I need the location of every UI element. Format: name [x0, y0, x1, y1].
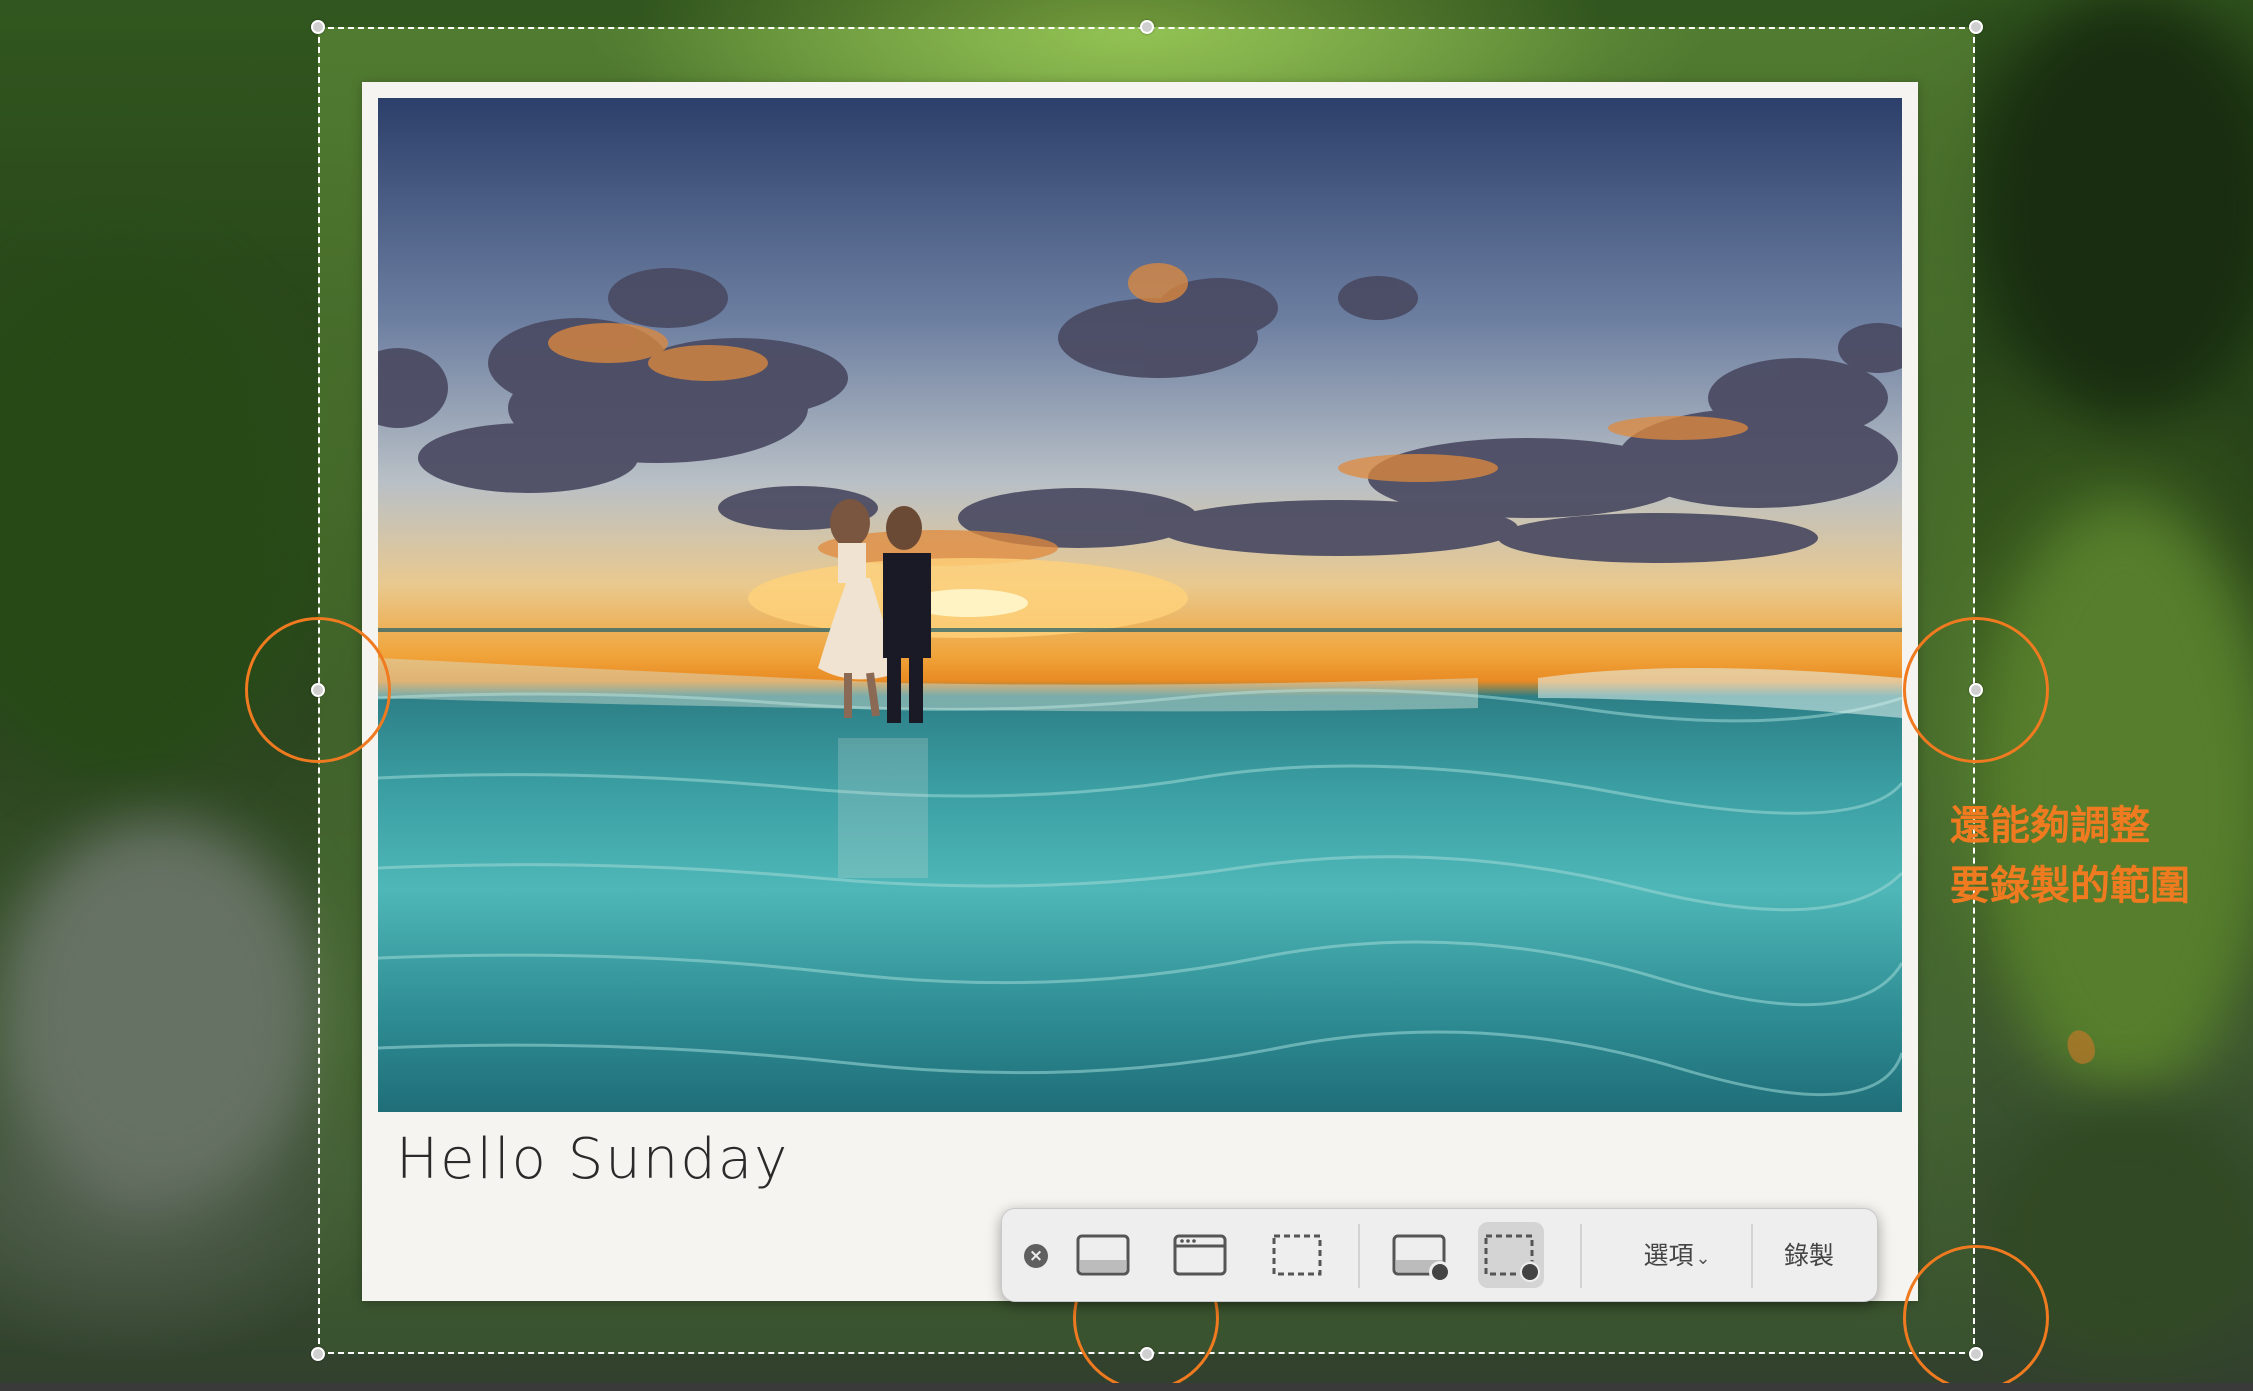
- annotation-line-2: 要錄製的範圍: [1950, 863, 2190, 909]
- record-selection-icon: [1484, 1234, 1541, 1283]
- record-selection-button[interactable]: [1478, 1222, 1544, 1288]
- chevron-down-icon: ⌄: [1695, 1248, 1711, 1269]
- highlight-ring-left: [245, 617, 391, 763]
- capture-entire-screen-icon: [1076, 1234, 1130, 1276]
- toolbar-separator: [1751, 1224, 1753, 1288]
- capture-window-button[interactable]: [1167, 1222, 1233, 1288]
- toolbar-separator: [1358, 1224, 1360, 1288]
- record-entire-screen-button[interactable]: [1388, 1222, 1454, 1288]
- bottom-edge: [0, 1383, 2253, 1391]
- close-icon[interactable]: ×: [1024, 1244, 1048, 1268]
- screenshot-toolbar: × 選項 ⌄ 錄製: [1001, 1208, 1878, 1302]
- toolbar-separator: [1580, 1224, 1582, 1288]
- capture-window-icon: [1173, 1234, 1227, 1276]
- annotation-line-1: 還能夠調整: [1950, 803, 2150, 849]
- highlight-ring-bottom-right: [1903, 1245, 2049, 1391]
- annotation-text: 還能夠調整 要錄製的範圍: [1950, 796, 2230, 916]
- capture-entire-screen-button[interactable]: [1070, 1222, 1136, 1288]
- recording-selection-frame[interactable]: [318, 27, 1975, 1354]
- record-entire-screen-icon: [1392, 1234, 1451, 1283]
- highlight-ring-right: [1903, 617, 2049, 763]
- record-button[interactable]: 錄製: [1761, 1235, 1857, 1277]
- capture-selection-button[interactable]: [1264, 1222, 1330, 1288]
- options-dropdown-button[interactable]: 選項 ⌄: [1624, 1235, 1730, 1277]
- capture-selection-icon: [1272, 1234, 1322, 1276]
- resize-handle-top-center[interactable]: [1140, 20, 1154, 34]
- resize-handle-top-left[interactable]: [311, 20, 325, 34]
- resize-handle-top-right[interactable]: [1969, 20, 1983, 34]
- resize-handle-bottom-left[interactable]: [311, 1347, 325, 1361]
- options-label: 選項: [1643, 1241, 1694, 1270]
